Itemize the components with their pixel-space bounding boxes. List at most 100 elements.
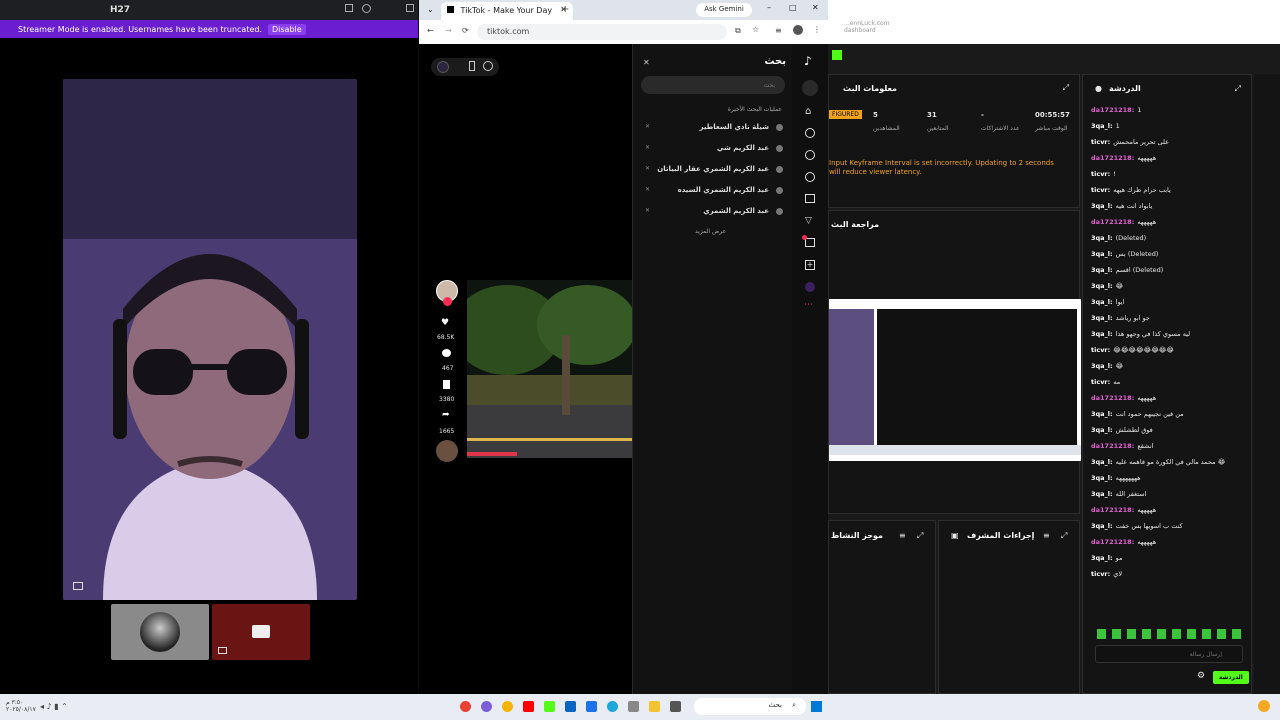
chat-username[interactable]: da1721218: [1091,106,1134,114]
chat-username[interactable]: da1721218: [1091,218,1134,226]
upload-filter-icon[interactable]: ▽ [805,216,812,226]
reload-icon[interactable]: ⟳ [462,26,469,35]
like-icon[interactable]: ♥ [441,318,449,328]
chat-username[interactable]: da1721218: [1091,442,1134,450]
chat-username[interactable]: 3qa_l: [1091,330,1113,338]
bookmark-icon[interactable]: ☆ [752,25,759,34]
file-icon[interactable] [670,701,681,712]
filter-icon[interactable]: ≡ [1043,531,1050,540]
chat-username[interactable]: 3qa_l: [1091,122,1113,130]
chrome-icon[interactable] [460,701,471,712]
menu-icon[interactable]: ⋮ [813,25,821,34]
show-more-link[interactable]: عرض المزيد [695,228,726,235]
messages-icon[interactable] [805,238,815,247]
chat-username[interactable]: 3qa_l: [1091,234,1113,242]
recent-item[interactable]: ✕ عبد الكريم الشمري عقار البياتان [633,162,793,183]
add-icon[interactable]: + [805,260,815,270]
expand-icon[interactable]: ⤢ [1063,83,1069,93]
profile-avatar-icon[interactable] [805,282,815,292]
search-input[interactable] [641,76,785,94]
tab-list-icon[interactable]: ⌄ [427,5,434,14]
chat-username[interactable]: ticvr: [1091,378,1110,386]
chat-username[interactable]: da1721218: [1091,394,1134,402]
phone-icon[interactable] [469,61,475,71]
profile-icon[interactable] [793,25,803,35]
edge-icon[interactable] [607,701,618,712]
chat-username[interactable]: ticvr: [1091,346,1110,354]
chat-username[interactable]: 3qa_l: [1091,554,1113,562]
youtube-icon[interactable] [523,701,534,712]
recent-item[interactable]: ✕ عبد الكريم شي [633,141,793,162]
app-icon[interactable] [481,701,492,712]
live-icon[interactable] [805,194,815,203]
address-field[interactable]: tiktok.com [477,24,727,40]
share-icon[interactable]: ➦ [442,410,450,420]
remove-icon[interactable]: ✕ [645,186,650,193]
start-icon[interactable] [811,701,822,712]
weather-icon[interactable] [1258,700,1270,712]
ask-gemini-button[interactable]: Ask Gemini [696,3,752,17]
follow-icon[interactable] [443,297,452,306]
screen-share-icon[interactable] [218,647,227,654]
chat-username[interactable]: 3qa_l: [1091,522,1113,530]
video-thumbnail[interactable] [467,280,632,458]
chat-username[interactable]: da1721218: [1091,154,1134,162]
more-icon[interactable]: ⋯ [804,300,813,310]
chat-username[interactable]: ticvr: [1091,138,1110,146]
recent-item[interactable]: ✕ عبد الكريم الشمري السيده [633,183,793,204]
chat-username[interactable]: ticvr: [1091,186,1110,194]
home-icon[interactable]: ⌂ [805,106,811,117]
chat-username[interactable]: 3qa_l: [1091,298,1113,306]
chat-username[interactable]: 3qa_l: [1091,410,1113,418]
tiktok-logo-icon[interactable]: ♪ [804,54,812,68]
recent-item[interactable]: ✕ شيلة نادي السعاطير [633,120,793,141]
mail-icon[interactable] [565,701,576,712]
chat-username[interactable]: ticvr: [1091,570,1110,578]
settings-icon[interactable]: ⚙ [1197,671,1205,681]
disable-button[interactable]: Disable [268,23,306,35]
chat-username[interactable]: 3qa_l: [1091,202,1113,210]
following-icon[interactable] [805,150,815,160]
chat-input[interactable] [1095,645,1243,663]
chat-username[interactable]: 3qa_l: [1091,458,1113,466]
browser-tab[interactable]: TikTok - Make Your Day ✕ [441,2,573,20]
chat-username[interactable]: ticvr: [1091,170,1110,178]
restore-icon[interactable]: □ [789,3,797,12]
maximize-icon[interactable] [406,4,414,12]
chat-username[interactable]: 3qa_l: [1091,362,1113,370]
participant-tile-avatar[interactable] [111,604,209,660]
store-icon[interactable] [586,701,597,712]
help-icon[interactable] [362,4,371,13]
kick-icon[interactable] [544,701,555,712]
chat-send-button[interactable]: الدردشة [1213,671,1249,684]
tray-icons[interactable]: ◂ ♪ ▮ ⌃ [40,702,68,711]
comment-icon[interactable] [442,349,451,357]
remove-icon[interactable]: ✕ [645,165,650,172]
explore-icon[interactable] [805,128,815,138]
save-icon[interactable] [443,380,450,389]
minimize-icon[interactable]: – [767,3,771,12]
chrome-profile-icon[interactable] [502,701,513,712]
remove-icon[interactable]: ✕ [645,144,650,151]
remove-icon[interactable]: ✕ [645,207,650,214]
preview-video[interactable] [829,299,1081,461]
install-icon[interactable]: ⧉ [735,26,741,36]
chat-username[interactable]: 3qa_l: [1091,314,1113,322]
minimize-icon[interactable] [345,4,353,12]
forward-icon[interactable]: → [445,26,452,35]
record-icon[interactable] [437,61,449,73]
chat-username[interactable]: da1721218: [1091,506,1134,514]
chat-username[interactable]: 3qa_l: [1091,474,1113,482]
chat-username[interactable]: 3qa_l: [1091,282,1113,290]
screen-share-icon[interactable] [73,582,83,590]
back-icon[interactable]: ← [427,26,434,35]
remove-icon[interactable]: ✕ [645,123,650,130]
compass-icon[interactable] [483,61,493,71]
chat-username[interactable]: 3qa_l: [1091,426,1113,434]
expand-icon[interactable]: ⤢ [1235,84,1241,94]
chat-username[interactable]: 3qa_l: [1091,490,1113,498]
close-window-icon[interactable]: ✕ [812,3,819,12]
sound-avatar[interactable] [436,440,458,462]
chat-username[interactable]: 3qa_l: [1091,250,1113,258]
friends-icon[interactable] [805,172,815,182]
